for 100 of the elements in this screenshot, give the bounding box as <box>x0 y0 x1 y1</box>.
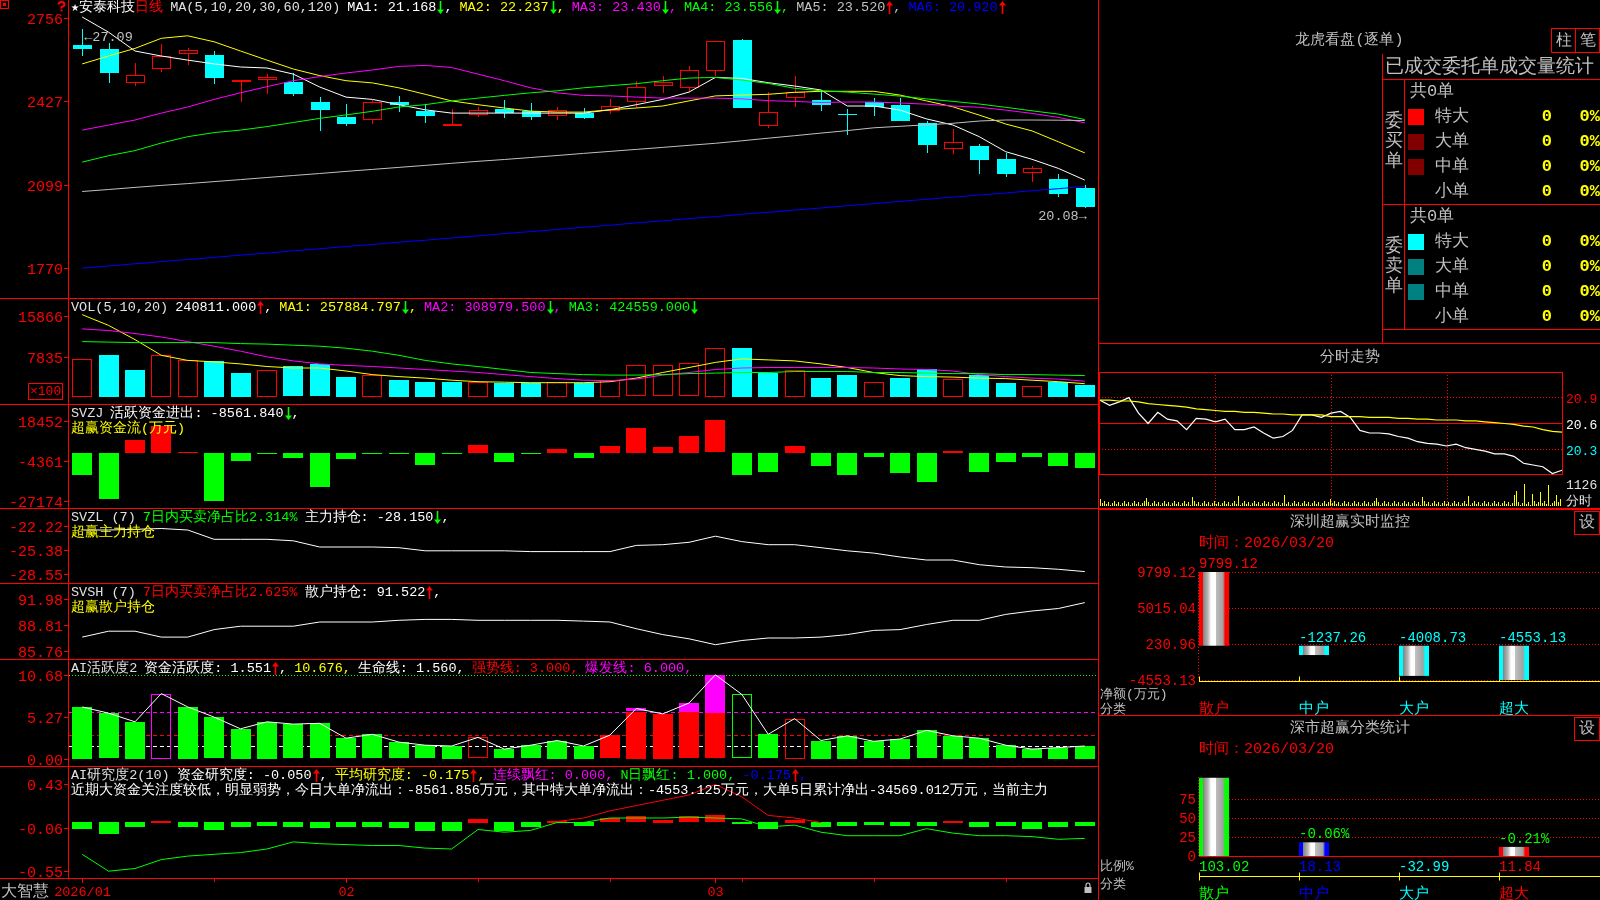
timestamp-label: 时间：2026/03/20 <box>1199 536 1334 552</box>
indicator-reading: MA1: 21.168 <box>347 0 437 15</box>
axis-label: 20.6 <box>1566 417 1598 433</box>
candlestick <box>654 75 673 94</box>
axis-label: 50 <box>1179 811 1196 827</box>
indicator-reading: MA3: 23.430 <box>571 0 661 15</box>
group-label: 委买单 <box>1384 112 1403 172</box>
reading-separator: , <box>668 0 677 15</box>
axis-label: 20.3 <box>1566 443 1598 459</box>
order-share: 0% <box>1579 232 1600 253</box>
category-label: 中户 <box>1299 701 1329 715</box>
view-button[interactable]: 笔 <box>1576 28 1600 53</box>
indicator-reading: 爆发线: 6.000, <box>585 661 693 676</box>
axis-label: 1770 <box>27 261 63 279</box>
reading-separator: , <box>408 300 417 315</box>
star-mark: ★ <box>71 0 80 15</box>
date-label: 02 <box>338 885 355 900</box>
axis-label: -0.55 <box>18 864 63 882</box>
axis-title: 分类 <box>1100 877 1126 892</box>
axis-label: 85.76 <box>18 644 63 659</box>
candlestick <box>363 99 382 125</box>
indicator-reading: MA6: 20.920 <box>908 0 998 15</box>
order-share: 0% <box>1579 107 1600 128</box>
axis-label: 25 <box>1179 830 1196 846</box>
order-count: 0 <box>1541 257 1552 277</box>
candlestick <box>284 72 303 97</box>
unit-label: ×100 <box>28 383 64 400</box>
settings-button[interactable]: 设 <box>1574 511 1600 535</box>
axis-label: 15866 <box>18 309 63 327</box>
indicator-reading: 主力持仓: -28.150 <box>304 510 434 525</box>
axis-label: -28.55 <box>9 567 63 583</box>
candlestick <box>918 120 937 154</box>
candlestick <box>522 102 541 121</box>
reading-separator: , <box>441 510 450 525</box>
reading-separator: , <box>781 0 790 15</box>
section-title: 深市超赢分类统计 <box>1289 720 1410 738</box>
order-count: 0 <box>1541 281 1552 302</box>
settings-button[interactable]: 设 <box>1574 717 1600 741</box>
category-label: 中户 <box>1299 886 1329 900</box>
axis-label: 9799.12 <box>1137 565 1196 581</box>
indicator-reading: 连续飘红: 0.000, <box>492 768 614 783</box>
candlestick <box>838 108 857 136</box>
axis-label: 75 <box>1179 792 1196 808</box>
axis-label: 0.00 <box>27 752 63 766</box>
reading-separator: , <box>279 661 288 676</box>
axis-label: 18452 <box>18 414 63 432</box>
indicator-reading: 生命线: 1.560, <box>357 661 465 676</box>
indicator-name: SVZL (7) <box>71 510 136 525</box>
axis-title: 比例% <box>1100 859 1134 874</box>
indicator-reading: MA2: 22.237 <box>459 0 549 15</box>
candlestick <box>733 38 752 109</box>
reading-separator: , <box>553 300 562 315</box>
data-label: -1237.26 <box>1299 629 1367 646</box>
order-size-label: 中单 <box>1435 281 1469 302</box>
axis-label: -0.06 <box>18 821 63 839</box>
view-button[interactable]: 柱 <box>1551 28 1576 53</box>
candlestick <box>469 106 488 118</box>
order-share: 0% <box>1579 132 1600 152</box>
candlestick <box>786 75 805 108</box>
data-label: -4008.73 <box>1399 629 1467 646</box>
order-count: 0 <box>1541 156 1552 177</box>
category-label: 散户 <box>1199 701 1229 715</box>
question-mark-icon <box>57 1 66 12</box>
candlestick <box>390 95 409 113</box>
order-share: 0% <box>1579 281 1600 302</box>
candlestick <box>205 50 224 85</box>
candlestick <box>443 108 462 127</box>
indicator-reading: 资金活跃度: 1.551 <box>144 661 272 676</box>
data-label: -4553.13 <box>1499 629 1567 646</box>
order-size-label: 大单 <box>1435 257 1469 277</box>
indicator-reading: 散户持仓: 91.522 <box>304 585 426 600</box>
order-size-label: 小单 <box>1435 306 1469 327</box>
candlestick <box>548 106 567 121</box>
change-label: -0.21% <box>1499 830 1550 847</box>
brand-label: 大智慧 <box>1 883 49 900</box>
category-label: 超大 <box>1499 886 1529 900</box>
order-size-label: 特大 <box>1435 232 1469 253</box>
candlestick <box>232 79 251 103</box>
axis-label: 230.96 <box>1145 637 1196 653</box>
change-label: -0.06% <box>1299 826 1350 843</box>
candlestick <box>601 98 620 115</box>
candlestick <box>759 91 778 129</box>
axis-label: 1126 <box>1566 478 1598 493</box>
order-share: 0% <box>1579 257 1600 277</box>
axis-label: -22.22 <box>9 519 63 537</box>
order-count: 0 <box>1541 181 1552 202</box>
indicator-reading: 10.676, <box>294 661 351 676</box>
axis-label: 10.68 <box>18 668 63 686</box>
date-label: 2026/01 <box>54 885 111 900</box>
group-label: 委卖单 <box>1384 237 1403 297</box>
axis-title: 分时 <box>1566 494 1592 508</box>
axis-title: 净额(万元) <box>1100 687 1168 702</box>
indicator-name: SVSH (7) <box>71 585 136 600</box>
candlestick <box>891 97 910 122</box>
indicator-name: AI活跃度2 <box>71 661 138 676</box>
data-label: 9799.12 <box>1199 556 1258 572</box>
candlestick <box>997 152 1016 178</box>
reading-separator: , <box>433 585 442 600</box>
candlestick <box>126 62 145 87</box>
data-label: 18.13 <box>1299 859 1341 875</box>
